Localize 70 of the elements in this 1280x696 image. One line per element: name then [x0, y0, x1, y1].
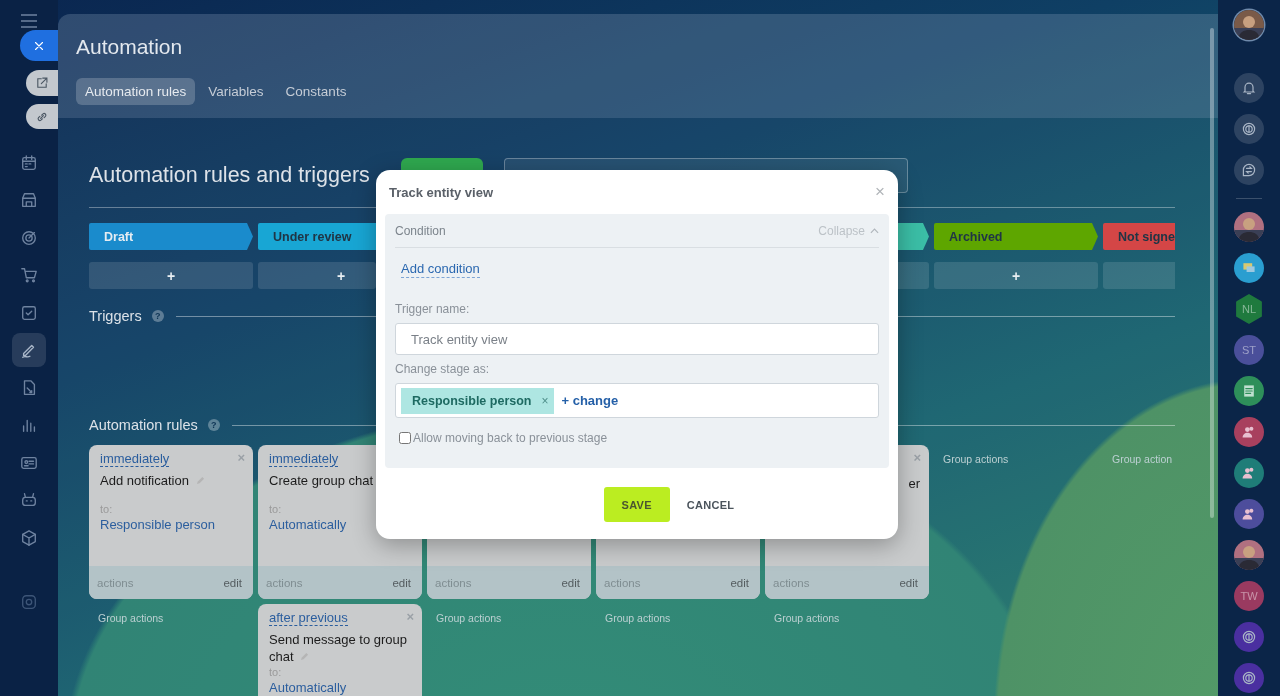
- delay-link[interactable]: after previous: [269, 610, 348, 626]
- tab[interactable]: Automation rules: [76, 78, 196, 105]
- open-in-new-icon: [35, 76, 49, 90]
- close-button[interactable]: [20, 30, 58, 61]
- stage-tab[interactable]: Archived: [934, 223, 1098, 250]
- add-rule-button[interactable]: +: [934, 262, 1098, 289]
- checkbox-label: Allow moving back to previous stage: [413, 431, 608, 445]
- group-actions-link[interactable]: Group actions: [596, 604, 760, 624]
- rule-action: Add notification: [100, 472, 242, 489]
- avatar[interactable]: TW: [1234, 581, 1264, 611]
- add-rule-button[interactable]: +: [89, 262, 253, 289]
- page-title: Automation rules and triggers: [89, 163, 371, 188]
- field-label: Trigger name:: [395, 302, 471, 316]
- dialog-title: Track entity view: [389, 184, 494, 200]
- stage-tab[interactable]: Draft: [89, 223, 253, 250]
- stage-field[interactable]: Responsible person × + change: [395, 383, 879, 418]
- close-button[interactable]: ×: [875, 182, 885, 202]
- add-condition-link[interactable]: Add condition: [401, 261, 480, 278]
- edit-link[interactable]: edit: [223, 576, 242, 589]
- recipient-link[interactable]: Responsible person: [100, 517, 215, 532]
- chevron-icon: [870, 227, 879, 234]
- scrollbar[interactable]: [1210, 28, 1214, 518]
- edit-link[interactable]: edit: [899, 576, 918, 589]
- recipient-link[interactable]: Automatically: [269, 517, 347, 532]
- tab[interactable]: Variables: [199, 78, 273, 105]
- edit-link[interactable]: edit: [561, 576, 580, 589]
- add-rule-button[interactable]: +: [258, 262, 376, 289]
- edit-link[interactable]: edit: [730, 576, 749, 589]
- group-icon[interactable]: [1234, 417, 1264, 447]
- group-actions-link[interactable]: Group actions: [934, 445, 1098, 465]
- newspaper-icon[interactable]: [1234, 376, 1264, 406]
- section-title: Triggers: [89, 308, 142, 324]
- group-actions-link[interactable]: Group actions: [427, 604, 591, 624]
- group-icon[interactable]: [1234, 458, 1264, 488]
- rule-action: Send message to group chat: [269, 631, 409, 665]
- rule-action: er: [908, 476, 920, 491]
- delay-link[interactable]: immediately: [269, 451, 339, 467]
- recipient-link[interactable]: Automatically: [269, 680, 347, 695]
- menu-icon[interactable]: [20, 14, 38, 28]
- spiral-icon[interactable]: [1234, 114, 1264, 144]
- open-in-new-button[interactable]: [26, 70, 58, 96]
- spiral-icon[interactable]: [1234, 663, 1264, 693]
- change-link[interactable]: + change: [561, 393, 619, 408]
- stage-tab[interactable]: Not signe: [1103, 223, 1175, 250]
- avatar[interactable]: NL: [1234, 294, 1264, 324]
- bell-icon[interactable]: [1234, 73, 1264, 103]
- checkbox[interactable]: [399, 432, 411, 444]
- field-label: Change stage as:: [395, 362, 491, 376]
- save-button[interactable]: SAVE: [603, 487, 670, 522]
- trigger-name-field[interactable]: Track entity view: [395, 323, 879, 355]
- group-icon[interactable]: [1234, 499, 1264, 529]
- avatar[interactable]: ST: [1234, 335, 1264, 365]
- help-icon[interactable]: ?: [151, 310, 164, 322]
- tab[interactable]: Constants: [276, 78, 356, 105]
- help-icon[interactable]: ?: [207, 419, 220, 431]
- chat-icon[interactable]: [1234, 155, 1264, 185]
- cancel-button[interactable]: CANCEL: [680, 497, 741, 512]
- messages-icon[interactable]: [1234, 253, 1264, 283]
- pen-icon[interactable]: [12, 333, 46, 367]
- group-actions-link[interactable]: Group actions: [765, 604, 929, 624]
- responsible-tag[interactable]: Responsible person ×: [401, 387, 554, 414]
- edit-link[interactable]: edit: [392, 576, 411, 589]
- rule-action: Create group chat: [269, 472, 375, 489]
- delay-link[interactable]: immediately: [100, 451, 170, 467]
- group-actions-link[interactable]: Group action: [1103, 445, 1175, 465]
- group-actions-link[interactable]: Group actions: [89, 604, 253, 624]
- spiral-icon[interactable]: [1234, 622, 1264, 652]
- section-title: Automation rules: [89, 417, 198, 433]
- panel-title: Automation: [76, 35, 184, 59]
- link-button[interactable]: [26, 104, 58, 129]
